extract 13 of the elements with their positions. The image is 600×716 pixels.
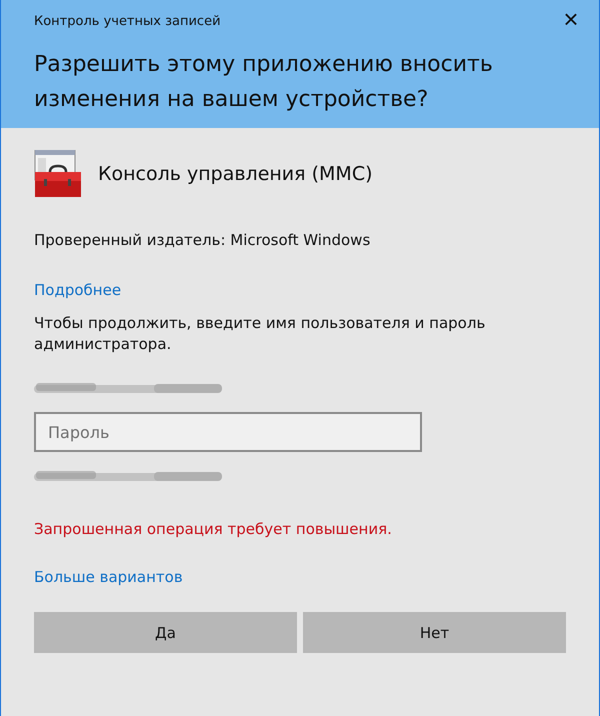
details-link[interactable]: Подробнее bbox=[34, 281, 122, 299]
app-name: Консоль управления (MMC) bbox=[98, 163, 373, 185]
close-button[interactable]: × bbox=[555, 4, 587, 34]
instructions-text: Чтобы продолжить, введите имя пользователя и пароль администратора. bbox=[34, 313, 486, 355]
publisher-text: Проверенный издатель: Microsoft Windows bbox=[34, 230, 372, 251]
dialog-heading: Разрешить этому приложению вносить изменения на вашем устройстве? bbox=[34, 51, 494, 114]
no-button[interactable]: Нет bbox=[303, 612, 566, 653]
yes-button[interactable]: Да bbox=[34, 612, 297, 653]
more-options-link[interactable]: Больше вариантов bbox=[34, 568, 183, 586]
toolbox-icon bbox=[34, 150, 82, 198]
password-field[interactable]: Пароль bbox=[34, 412, 422, 452]
window-title: Контроль учетных записей bbox=[34, 14, 221, 29]
error-message: Запрошенная операция требует повышения. bbox=[34, 520, 393, 538]
